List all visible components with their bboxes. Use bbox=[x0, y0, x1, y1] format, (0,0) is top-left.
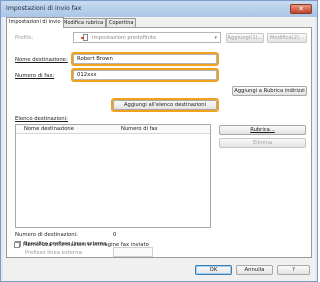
fax-number-label: Numero di fax: bbox=[15, 73, 55, 79]
column-header-fax[interactable]: Numero di fax bbox=[121, 126, 158, 132]
profile-select-value: Impostazioni predefinite bbox=[92, 35, 157, 41]
column-header-name[interactable]: Nome destinazione bbox=[24, 126, 74, 132]
document-icon bbox=[81, 34, 88, 41]
help-button[interactable]: ? bbox=[277, 265, 310, 275]
dialog-body: Impostazioni di invio Modifica rubrica C… bbox=[3, 17, 315, 281]
ok-button[interactable]: OK bbox=[195, 265, 232, 275]
destination-list[interactable]: Nome destinazione Numero di fax bbox=[15, 124, 211, 228]
recipient-name-input[interactable]: Robert Brown bbox=[73, 54, 217, 64]
cancel-button[interactable]: Annulla bbox=[236, 265, 273, 275]
fax-settings-window: Impostazioni di invio fax ✕ Impostazioni… bbox=[0, 0, 318, 282]
chevron-down-icon: ▾ bbox=[214, 35, 217, 41]
delete-button[interactable]: Elimina bbox=[219, 138, 306, 148]
store-info-checkbox[interactable] bbox=[14, 242, 20, 248]
profile-edit-button[interactable]: Modifica(2)... bbox=[267, 33, 307, 43]
prefix-input[interactable] bbox=[113, 247, 153, 257]
profile-select[interactable]: Impostazioni predefinite ▾ bbox=[73, 32, 221, 43]
title-bar: Impostazioni di invio fax ✕ bbox=[1, 1, 317, 17]
close-button[interactable]: ✕ bbox=[290, 4, 312, 14]
add-to-address-book-button[interactable]: Aggiungi a Rubrica indirizzi bbox=[232, 86, 307, 96]
address-book-button[interactable]: Rubrica... bbox=[219, 125, 306, 135]
window-title: Impostazioni di invio fax bbox=[6, 5, 82, 12]
recipient-name-label: Nome destinazione: bbox=[15, 57, 68, 63]
fax-number-input[interactable]: 012xxx bbox=[73, 70, 217, 80]
profile-add-button[interactable]: Aggiungi(1)... bbox=[226, 33, 264, 43]
tab-send-settings[interactable]: Impostazioni di invio bbox=[6, 17, 64, 28]
store-info-checkbox-label: Memorizza informazioni e immagine fax in… bbox=[23, 242, 149, 248]
destination-list-header: Nome destinazione Numero di fax bbox=[16, 125, 210, 134]
add-to-destination-list-button[interactable]: Aggiungi all'elenco destinazioni bbox=[113, 100, 217, 110]
profile-label: Profilo: bbox=[15, 35, 34, 41]
destination-list-label: Elenco destinazioni: bbox=[15, 116, 68, 122]
tab-edit-address-book[interactable]: Modifica rubrica bbox=[60, 18, 107, 27]
tab-cover-sheet[interactable]: Copertina bbox=[106, 18, 137, 27]
destination-count-label: Numero di destinazioni: bbox=[15, 232, 78, 238]
prefix-field-label: Prefisso linea esterna: bbox=[25, 250, 84, 256]
destination-count-value: 0 bbox=[113, 232, 117, 238]
send-settings-panel: Profilo: Impostazioni predefinite ▾ Aggi… bbox=[6, 27, 312, 258]
